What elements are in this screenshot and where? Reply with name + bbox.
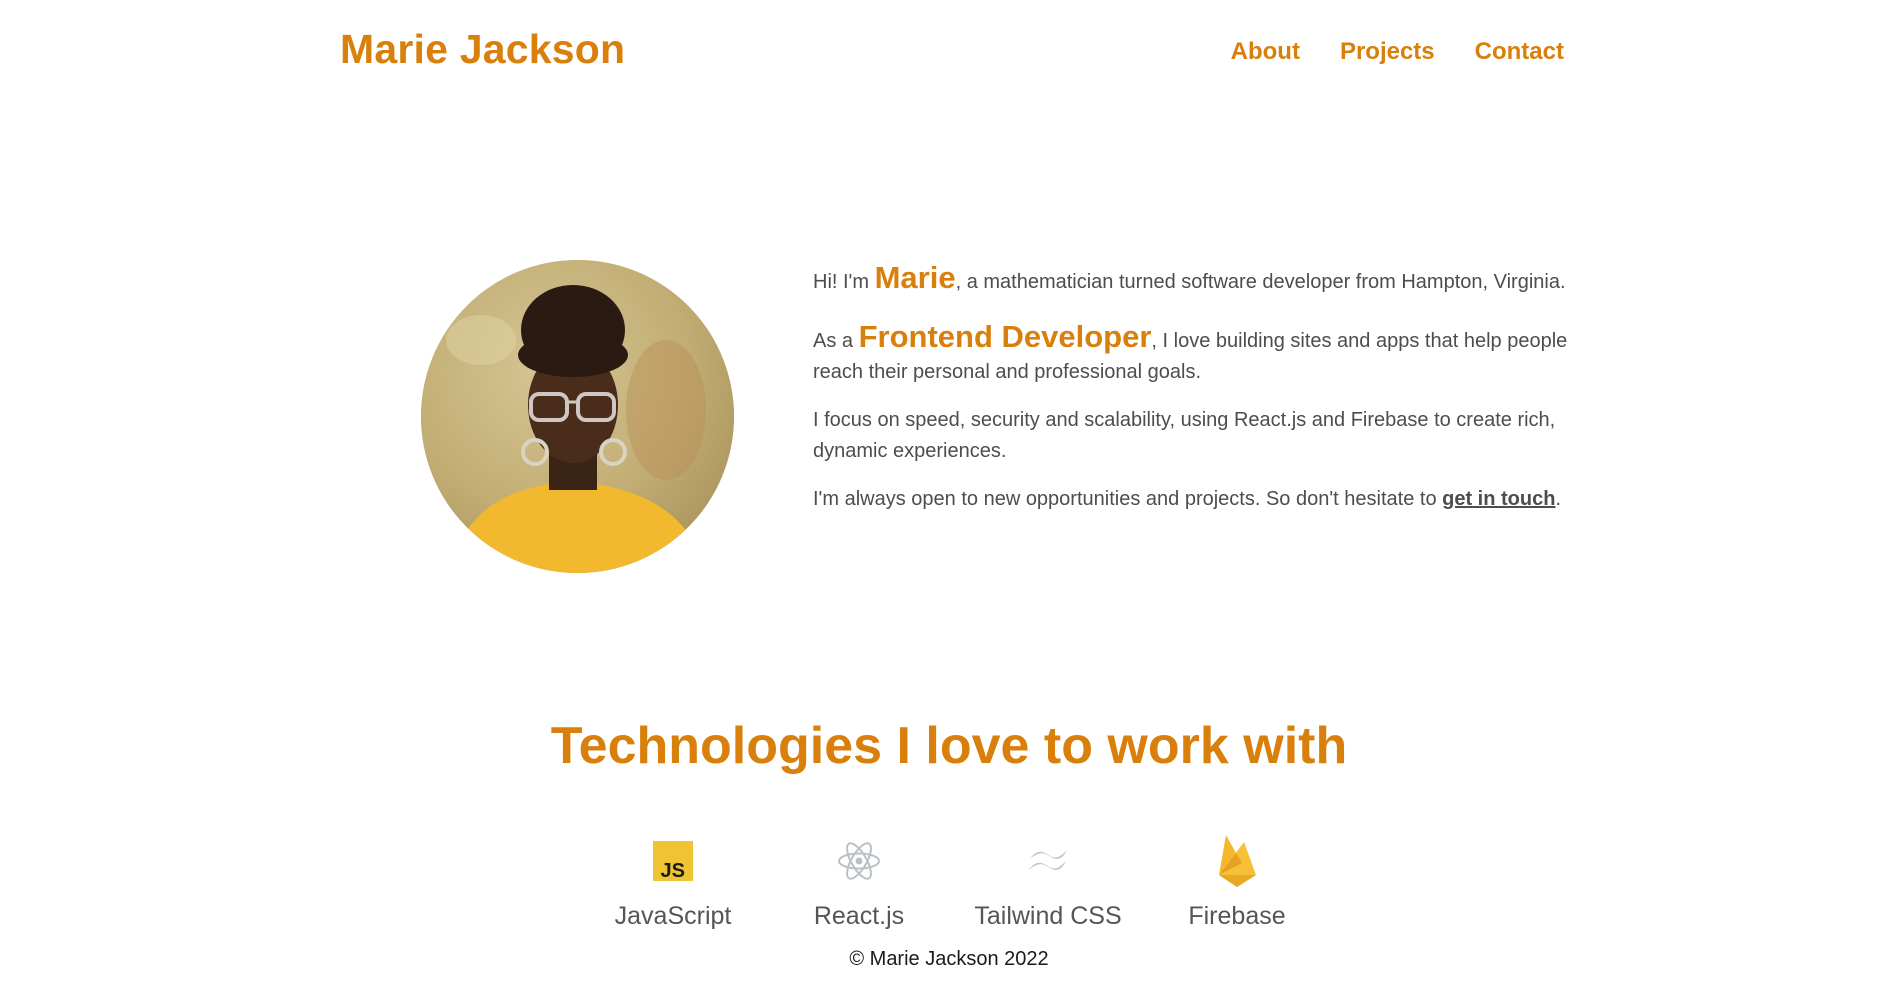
get-in-touch-link[interactable]: get in touch (1442, 488, 1555, 510)
page: Marie Jackson About Projects Contact Hi!… (0, 0, 1898, 985)
tech-item-firebase: Firebase (1137, 832, 1337, 931)
nav-about-link[interactable]: About (1231, 38, 1300, 66)
bio-section: Hi! I'm Marie, a mathematician turned so… (813, 262, 1573, 532)
bio-focus: I focus on speed, security and scalabili… (813, 409, 1556, 462)
tech-label: JavaScript (614, 902, 732, 930)
nav-projects-link[interactable]: Projects (1340, 38, 1435, 66)
bio-contact: I'm always open to new opportunities and… (813, 488, 1562, 510)
brand-title[interactable]: Marie Jackson (340, 26, 625, 73)
tailwind-icon (1029, 850, 1067, 870)
javascript-icon: JS (653, 841, 693, 881)
main-nav: About Projects Contact (1231, 38, 1564, 66)
firebase-icon (1219, 835, 1256, 887)
tech-label: Firebase (1188, 902, 1286, 930)
nav-contact-link[interactable]: Contact (1475, 38, 1564, 66)
highlight-role: Frontend Developer (858, 319, 1152, 354)
tech-item-react: React.js (759, 832, 959, 931)
bio-role: As a Frontend Developer, I love building… (813, 319, 1568, 383)
bio-intro: Hi! I'm Marie, a mathematician turned so… (813, 260, 1566, 295)
technologies-heading: Technologies I love to work with (550, 717, 1348, 775)
svg-text:JS: JS (661, 860, 685, 881)
tech-label: React.js (813, 902, 905, 930)
highlight-name: Marie (874, 260, 956, 295)
footer-copyright: © Marie Jackson 2022 (849, 948, 1049, 970)
tech-item-tailwind: Tailwind CSS (948, 832, 1148, 931)
tech-item-javascript: JS JavaScript (573, 832, 773, 931)
react-icon (838, 842, 880, 880)
tech-label: Tailwind CSS (974, 902, 1122, 930)
profile-photo (421, 260, 734, 573)
